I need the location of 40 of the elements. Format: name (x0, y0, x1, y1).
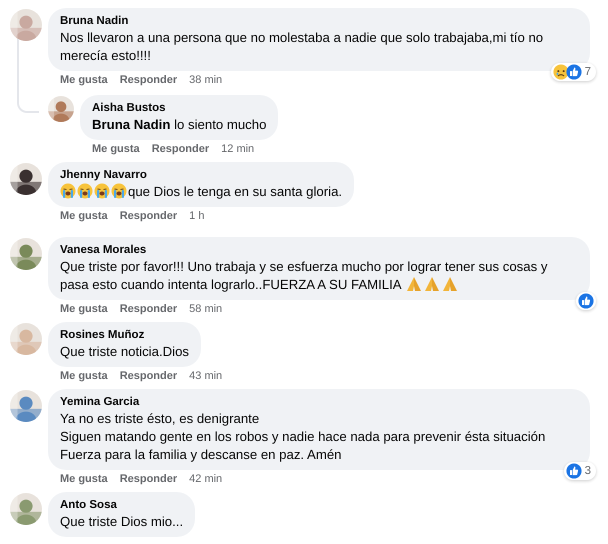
comment-text: que Dios le tenga en su santa gloria. (60, 183, 342, 201)
timestamp: 12 min (221, 142, 254, 156)
author-name[interactable]: Rosines Muñoz (60, 328, 189, 343)
like-link[interactable]: Me gusta (60, 472, 108, 486)
like-link[interactable]: Me gusta (60, 369, 108, 383)
timestamp: 42 min (189, 472, 222, 486)
author-name[interactable]: Vanesa Morales (60, 243, 578, 258)
comment-text: Que triste por favor!!! Uno trabaja y se esfuerza mucho por lograr tener sus cosas y (60, 258, 548, 276)
like-link[interactable]: Me gusta (60, 302, 108, 316)
author-name[interactable]: Jhenny Navarro (60, 168, 342, 183)
reaction-badge[interactable]: 7 (550, 63, 596, 81)
author-name[interactable]: Bruna Nadin (60, 14, 578, 29)
comment-text: pasa esto cuando intenta lograrlo..FUERZA A SU FAMILIA (60, 276, 578, 294)
reaction-count: 7 (584, 66, 592, 78)
author-name[interactable]: Anto Sosa (60, 498, 184, 513)
comment-text: Que triste Dios mio... (60, 513, 184, 531)
reply-link[interactable]: Responder (120, 369, 178, 383)
reply-link[interactable]: Responder (152, 142, 210, 156)
comment-text: Que triste noticia.Dios (60, 343, 189, 361)
comment-text: merecía esto!!!! (60, 47, 152, 65)
comment-text: Siguen matando gente en los robos y nadie hace nada para prevenir ésta situación (60, 428, 546, 446)
reaction-badge[interactable]: 3 (564, 462, 596, 480)
like-link[interactable]: Me gusta (60, 209, 108, 223)
reaction-count: 3 (584, 465, 592, 477)
reply-link[interactable]: Responder (120, 209, 178, 223)
author-name[interactable]: Aisha Bustos (92, 101, 266, 116)
comment-text: Nos llevaron a una persona que no molestaba a nadie que solo trabajaba,mi tío no (60, 29, 544, 47)
timestamp: 43 min (189, 369, 222, 383)
timestamp: 58 min (189, 302, 222, 316)
reply-link[interactable]: Responder (120, 73, 178, 87)
comment-text: Ya no es triste ésto, es denigrante (60, 410, 260, 428)
like-link[interactable]: Me gusta (92, 142, 140, 156)
reply-link[interactable]: Responder (120, 472, 178, 486)
timestamp: 1 h (189, 209, 204, 223)
comment-text: Bruna Nadin lo siento mucho (92, 116, 266, 134)
author-name[interactable]: Yemina Garcia (60, 395, 578, 410)
like-link[interactable]: Me gusta (60, 73, 108, 87)
timestamp: 38 min (189, 73, 222, 87)
comment-text: Fuerza para la familia y descanse en paz. Amén (60, 446, 342, 464)
reply-link[interactable]: Responder (120, 302, 178, 316)
